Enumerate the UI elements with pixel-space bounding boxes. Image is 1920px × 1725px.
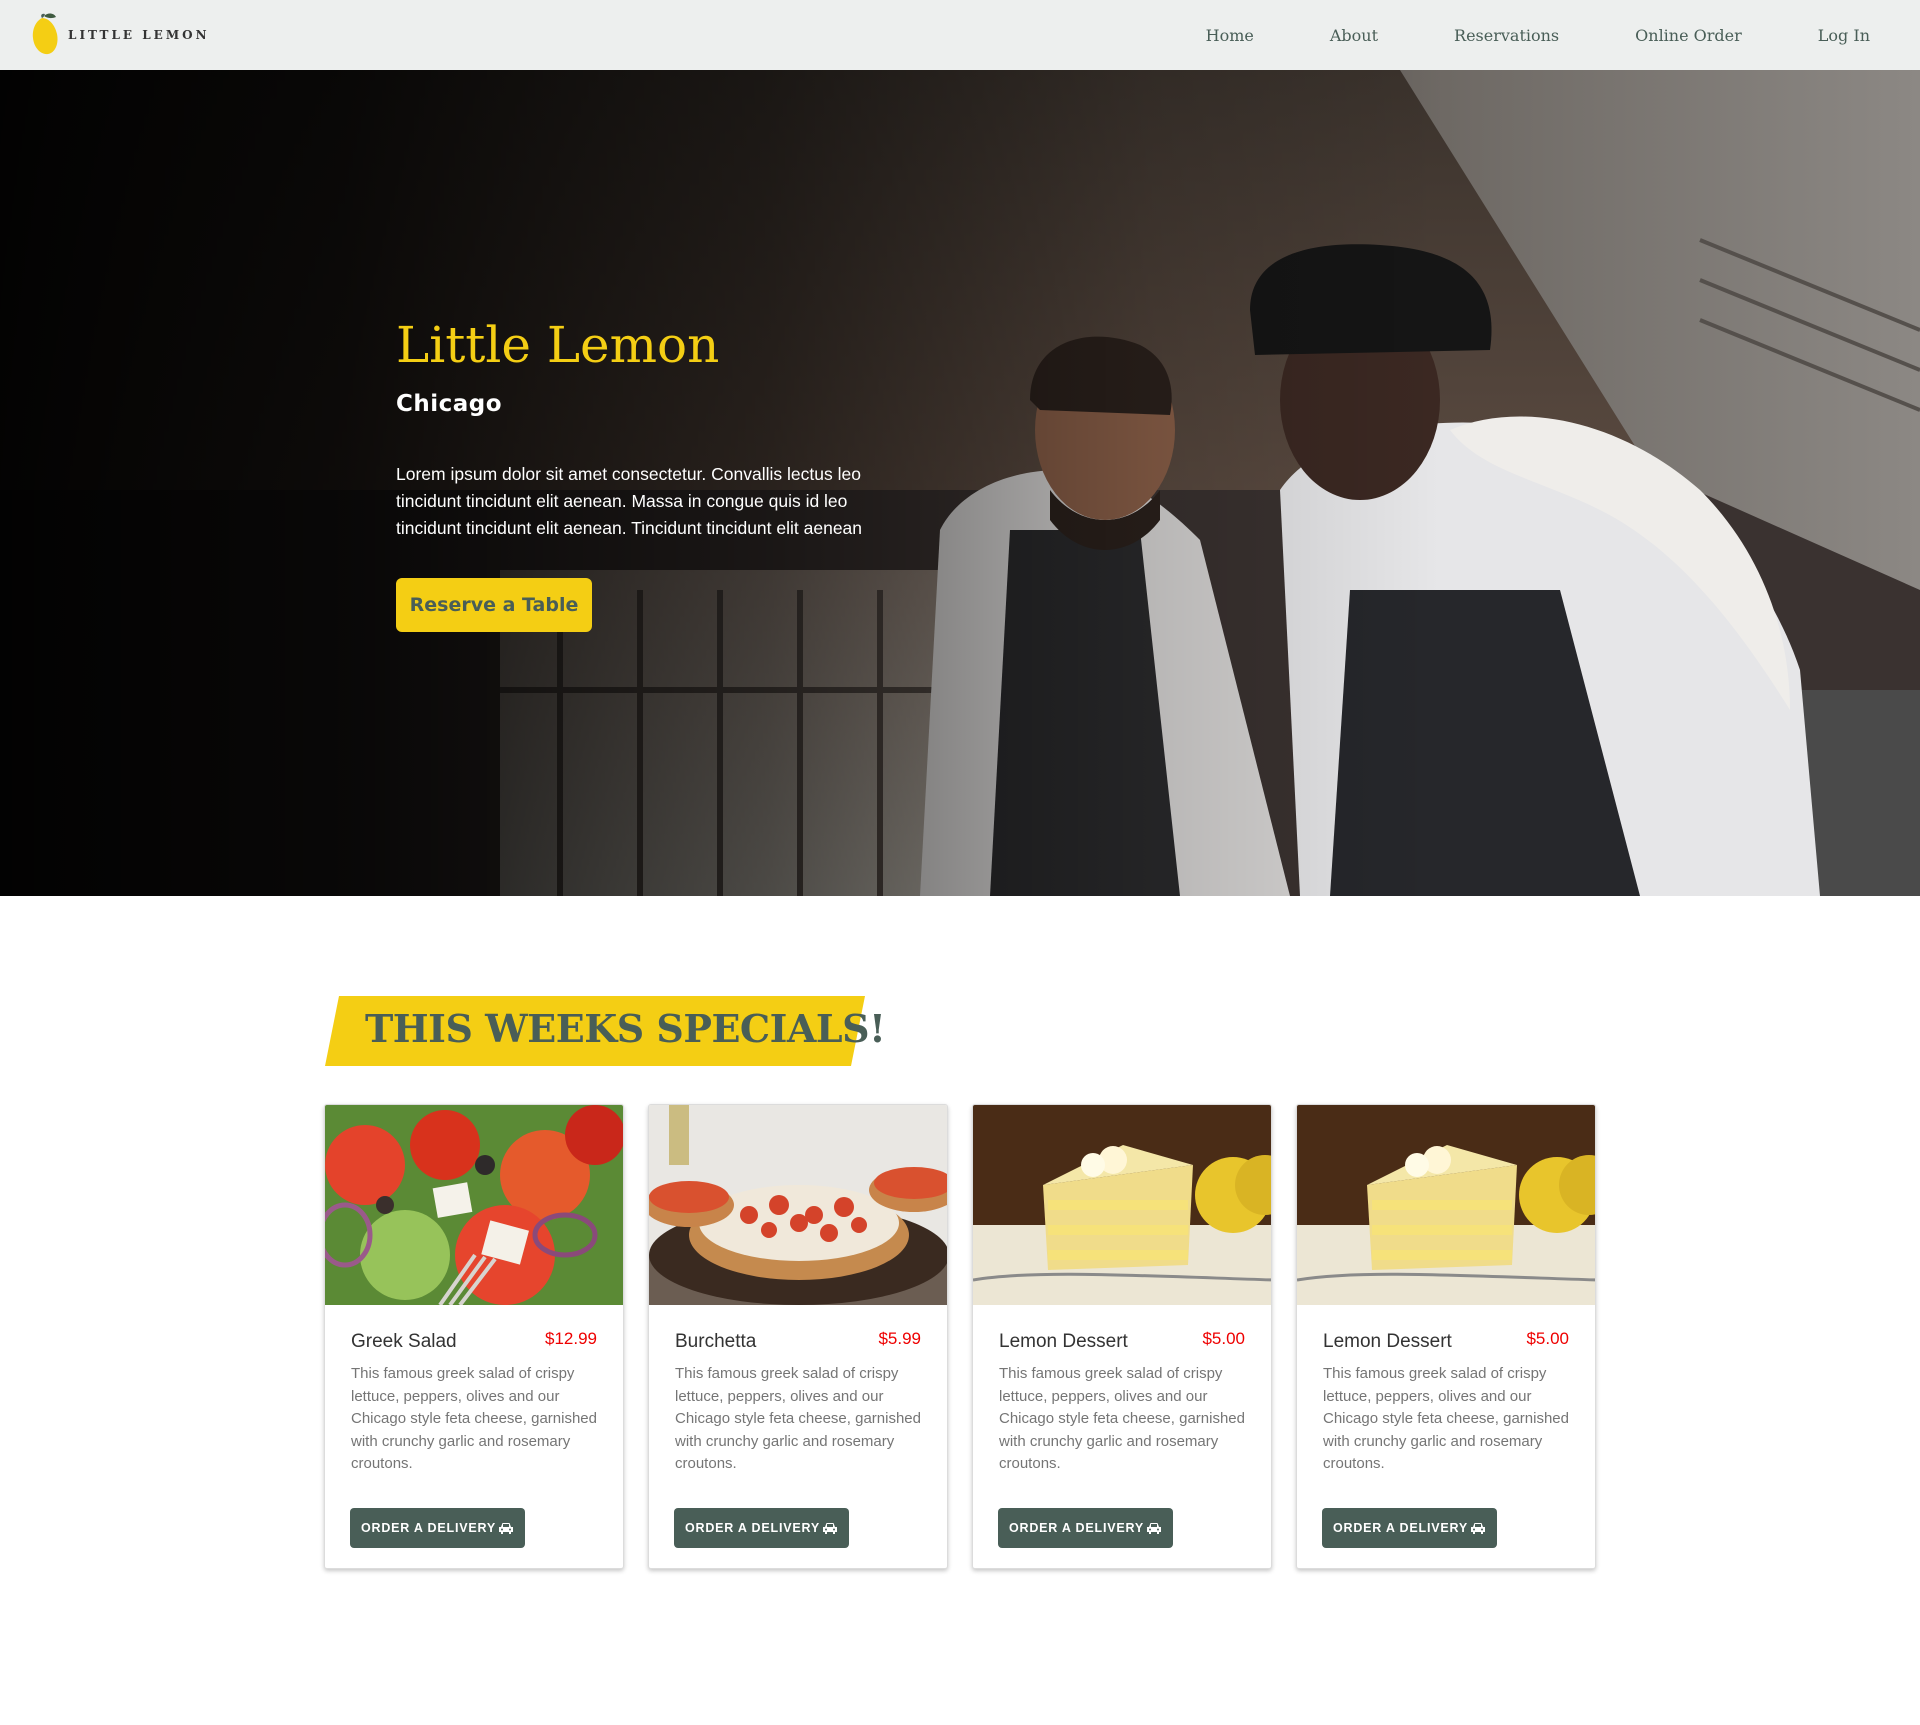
- hero-title: Little Lemon: [396, 316, 720, 374]
- top-navbar: LITTLE LEMON Home About Reservations Onl…: [0, 0, 1920, 70]
- hero-description: Lorem ipsum dolor sit amet consectetur. …: [396, 464, 863, 538]
- card-price: $5.00: [1202, 1329, 1245, 1348]
- order-delivery-button[interactable]: ORDER A DELIVERY: [350, 1508, 525, 1548]
- order-delivery-label: ORDER A DELIVERY: [1332, 1521, 1469, 1535]
- burchetta-image: [649, 1105, 947, 1305]
- lemon-dessert-image: [1297, 1105, 1595, 1305]
- primary-nav: Home About Reservations Online Order Log…: [1180, 0, 1920, 70]
- nav-link-home[interactable]: Home: [1206, 26, 1254, 45]
- nav-link-log-in[interactable]: Log In: [1818, 26, 1870, 45]
- site-logo[interactable]: LITTLE LEMON: [30, 12, 210, 58]
- specials-heading: THIS WEEKS SPECIALS!: [365, 1006, 886, 1051]
- card-title: Greek Salad: [351, 1331, 457, 1352]
- nav-link-about[interactable]: About: [1330, 26, 1378, 45]
- card-title: Burchetta: [675, 1331, 757, 1352]
- card-price: $12.99: [545, 1329, 597, 1348]
- order-delivery-label: ORDER A DELIVERY: [360, 1521, 497, 1535]
- card-description: This famous greek salad of crispy lettuc…: [351, 1365, 597, 1472]
- specials-card-list: Greek Salad $12.99 This famous greek sal…: [324, 1104, 1620, 1569]
- card-price: $5.99: [878, 1329, 921, 1348]
- nav-link-online-order[interactable]: Online Order: [1635, 26, 1742, 45]
- card-description: This famous greek salad of crispy lettuc…: [999, 1365, 1245, 1472]
- special-card-lemon-dessert-2: Lemon Dessert $5.00 This famous greek sa…: [1296, 1104, 1596, 1569]
- card-header: Greek Salad $12.99: [351, 1329, 597, 1361]
- car-icon: [1471, 1523, 1486, 1534]
- lemon-logo-icon: [32, 13, 58, 55]
- card-body: Greek Salad $12.99 This famous greek sal…: [325, 1329, 623, 1476]
- card-header: Lemon Dessert $5.00: [999, 1329, 1245, 1361]
- special-card-lemon-dessert: Lemon Dessert $5.00 This famous greek sa…: [972, 1104, 1272, 1569]
- hero-section: Little Lemon Chicago Lorem ipsum dolor s…: [0, 70, 1920, 896]
- hero-dark-overlay: [0, 70, 1920, 896]
- card-title: Lemon Dessert: [999, 1331, 1128, 1352]
- card-description: This famous greek salad of crispy lettuc…: [675, 1365, 921, 1472]
- card-description: This famous greek salad of crispy lettuc…: [1323, 1365, 1569, 1472]
- car-icon: [499, 1523, 514, 1534]
- order-delivery-button[interactable]: ORDER A DELIVERY: [1322, 1508, 1497, 1548]
- order-delivery-label: ORDER A DELIVERY: [1008, 1521, 1145, 1535]
- card-header: Burchetta $5.99: [675, 1329, 921, 1361]
- logo-wordmark: LITTLE LEMON: [68, 28, 210, 42]
- greek-salad-image: [325, 1105, 623, 1305]
- nav-link-reservations[interactable]: Reservations: [1454, 26, 1559, 45]
- car-icon: [1147, 1523, 1162, 1534]
- reserve-table-button[interactable]: Reserve a Table: [396, 578, 592, 632]
- order-delivery-label: ORDER A DELIVERY: [684, 1521, 821, 1535]
- hero-content: Little Lemon Chicago Lorem ipsum dolor s…: [396, 315, 916, 632]
- card-header: Lemon Dessert $5.00: [1323, 1329, 1569, 1361]
- card-body: Lemon Dessert $5.00 This famous greek sa…: [973, 1329, 1271, 1476]
- hero-subtitle: Chicago: [396, 391, 503, 417]
- special-card-burchetta: Burchetta $5.99 This famous greek salad …: [648, 1104, 948, 1569]
- car-icon: [823, 1523, 838, 1534]
- lemon-dessert-image: [973, 1105, 1271, 1305]
- card-price: $5.00: [1526, 1329, 1569, 1348]
- order-delivery-button[interactable]: ORDER A DELIVERY: [674, 1508, 849, 1548]
- order-delivery-button[interactable]: ORDER A DELIVERY: [998, 1508, 1173, 1548]
- card-title: Lemon Dessert: [1323, 1331, 1452, 1352]
- specials-banner: THIS WEEKS SPECIALS!: [325, 996, 886, 1066]
- special-card-greek-salad: Greek Salad $12.99 This famous greek sal…: [324, 1104, 624, 1569]
- card-body: Burchetta $5.99 This famous greek salad …: [649, 1329, 947, 1476]
- card-body: Lemon Dessert $5.00 This famous greek sa…: [1297, 1329, 1595, 1476]
